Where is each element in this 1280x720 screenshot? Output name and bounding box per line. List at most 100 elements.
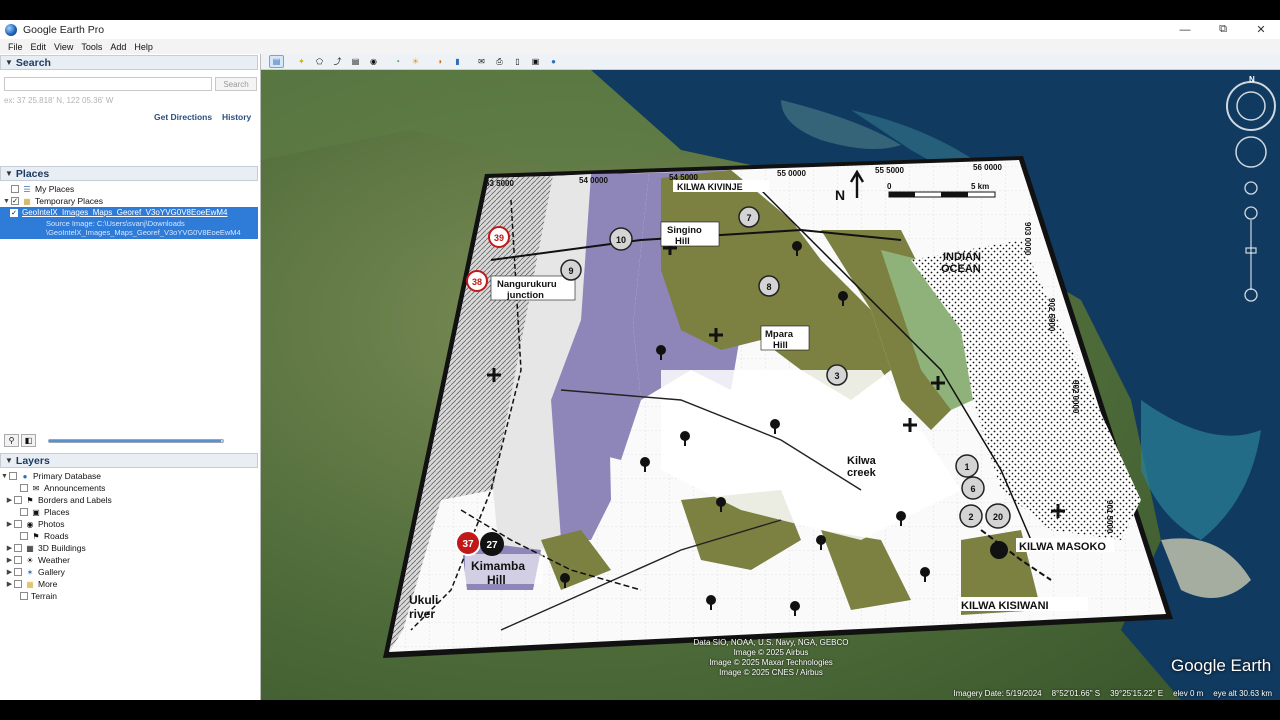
- tree-item-temporary-places[interactable]: ▼ ✓ ▦ Temporary Places: [2, 195, 103, 207]
- site-marker-38: 38: [472, 277, 482, 287]
- label-nangurukuru-2: junction: [506, 290, 544, 301]
- places-panel-header[interactable]: ▼ Places: [0, 166, 258, 181]
- opacity-slider[interactable]: [48, 439, 224, 443]
- checkbox[interactable]: [14, 520, 22, 528]
- label-singino-hill-2: Hill: [675, 236, 690, 247]
- layer-terrain[interactable]: Terrain: [11, 590, 57, 602]
- checkbox[interactable]: [20, 508, 28, 516]
- map-view[interactable]: 53 5000 54 0000 54 5000 55 0000 55 5000 …: [261, 70, 1280, 700]
- label-indian-ocean-2: OCEAN: [941, 263, 981, 275]
- minimize-icon[interactable]: —: [1166, 20, 1204, 39]
- overlay-name[interactable]: GeoIntelX_Images_Maps_Georef_V3oYVG0V8Eo…: [22, 208, 258, 217]
- menu-add[interactable]: Add: [106, 42, 130, 52]
- layer-label: Gallery: [38, 567, 65, 577]
- layer-3d-buildings[interactable]: ▶ ▦ 3D Buildings: [5, 542, 86, 554]
- tree-item-image-overlay-selected[interactable]: ✓ GeoIntelX_Images_Maps_Georef_V3oYVG0V8…: [0, 207, 258, 239]
- opacity-slider-fill: [49, 440, 221, 442]
- layer-photos[interactable]: ▶ ◉ Photos: [5, 518, 65, 530]
- print-icon[interactable]: ⎙: [492, 55, 507, 68]
- expander-icon[interactable]: ▶: [5, 568, 14, 576]
- label-mpara-1: Mpara: [765, 329, 794, 340]
- add-image-overlay-icon[interactable]: ▤: [348, 55, 363, 68]
- checkbox[interactable]: [14, 556, 22, 564]
- earth-icon[interactable]: ●: [546, 55, 561, 68]
- sidebar-toggle-icon[interactable]: ▤: [269, 55, 284, 68]
- expander-icon[interactable]: ▼: [0, 473, 9, 480]
- menu-tools[interactable]: Tools: [77, 42, 106, 52]
- search-icon[interactable]: ⚲: [4, 434, 19, 447]
- close-icon[interactable]: ✕: [1242, 20, 1280, 39]
- site-marker-10: 10: [616, 235, 626, 245]
- layer-primary-database[interactable]: ▼ ● Primary Database: [0, 470, 101, 482]
- building-icon: ▦: [26, 543, 34, 553]
- site-marker-39: 39: [494, 233, 504, 243]
- add-path-icon[interactable]: ⤴: [330, 55, 345, 68]
- email-icon[interactable]: ✉: [474, 55, 489, 68]
- view-in-maps-icon[interactable]: ▣: [528, 55, 543, 68]
- expander-icon[interactable]: ▶: [5, 556, 14, 564]
- panel-toggle-icon[interactable]: ◧: [21, 434, 36, 447]
- planets-icon[interactable]: ◑: [432, 55, 447, 68]
- checkbox[interactable]: [14, 568, 22, 576]
- add-placemark-icon[interactable]: ✦: [294, 55, 309, 68]
- satellite-scene[interactable]: 53 5000 54 0000 54 5000 55 0000 55 5000 …: [261, 70, 1280, 700]
- search-input[interactable]: [4, 77, 212, 91]
- layer-borders-labels[interactable]: ▶ ⚑ Borders and Labels: [5, 494, 112, 506]
- layer-label: Primary Database: [33, 471, 102, 481]
- history-link[interactable]: History: [222, 112, 251, 122]
- checkbox[interactable]: [11, 185, 19, 193]
- record-tour-icon[interactable]: ◉: [366, 55, 381, 68]
- search-panel-header[interactable]: ▼ Search: [0, 55, 258, 70]
- add-polygon-icon[interactable]: ⬠: [312, 55, 327, 68]
- layers-panel-header[interactable]: ▼ Layers: [0, 453, 258, 468]
- save-image-icon[interactable]: ▯: [510, 55, 525, 68]
- menu-file[interactable]: File: [4, 42, 27, 52]
- google-earth-logo: Google Earth: [1171, 656, 1272, 675]
- search-button[interactable]: Search: [215, 77, 257, 91]
- checkbox[interactable]: [14, 580, 22, 588]
- tree-item-my-places[interactable]: ☰ My Places: [2, 183, 74, 195]
- historical-imagery-icon[interactable]: ◔: [390, 55, 405, 68]
- camera-icon: ◉: [26, 519, 34, 529]
- layer-label: Photos: [38, 519, 65, 529]
- expander-icon[interactable]: ▶: [5, 544, 14, 552]
- imagery-attribution: Data SIO, NOAA, U.S. Navy, NGA, GEBCO Im…: [641, 638, 901, 678]
- label-kilwa-creek-2: creek: [847, 467, 877, 479]
- checkbox[interactable]: ✓: [11, 197, 19, 205]
- expander-icon[interactable]: ▼: [2, 198, 11, 205]
- layer-weather[interactable]: ▶ ☀ Weather: [5, 554, 70, 566]
- layer-places[interactable]: ▣ Places: [11, 506, 70, 518]
- layer-announcements[interactable]: ✉ Announcements: [11, 482, 105, 494]
- expander-icon[interactable]: ▶: [5, 520, 14, 528]
- menu-help[interactable]: Help: [130, 42, 157, 52]
- sidebar: ▼ Search Search ex: 37 25.818' N, 122 05…: [0, 54, 261, 700]
- layer-gallery[interactable]: ▶ ✶ Gallery: [5, 566, 65, 578]
- menu-edit[interactable]: Edit: [27, 42, 51, 52]
- restore-icon[interactable]: ⧉: [1204, 20, 1242, 39]
- eye-altitude-readout: eye alt 30.63 km: [1213, 688, 1272, 698]
- google-earth-app-icon: [5, 23, 17, 36]
- ruler-icon[interactable]: ▮: [450, 55, 465, 68]
- checkbox[interactable]: [20, 484, 28, 492]
- layer-roads[interactable]: ⚑ Roads: [11, 530, 69, 542]
- checkbox[interactable]: [20, 592, 28, 600]
- checkbox[interactable]: [14, 544, 22, 552]
- checkbox[interactable]: [14, 496, 22, 504]
- search-hint-text: ex: 37 25.818' N, 122 05.36' W: [4, 96, 114, 105]
- menu-view[interactable]: View: [50, 42, 77, 52]
- flag-icon: ⚑: [26, 495, 34, 505]
- checkbox[interactable]: ✓: [10, 209, 18, 217]
- square-icon: ▣: [32, 507, 40, 517]
- compass-north-icon[interactable]: N: [1249, 75, 1255, 84]
- checkbox[interactable]: [20, 532, 28, 540]
- site-marker-1: 1: [964, 462, 969, 472]
- grid-coord-label: 55 5000: [875, 166, 904, 175]
- get-directions-link[interactable]: Get Directions: [154, 112, 212, 122]
- scale-label-start: 0: [887, 182, 892, 191]
- site-marker-2: 2: [968, 512, 973, 522]
- checkbox[interactable]: [9, 472, 17, 480]
- expander-icon[interactable]: ▶: [5, 496, 14, 504]
- sunlight-icon[interactable]: ☀: [408, 55, 423, 68]
- layer-more[interactable]: ▶ ▦ More: [5, 578, 58, 590]
- expander-icon[interactable]: ▶: [5, 580, 14, 588]
